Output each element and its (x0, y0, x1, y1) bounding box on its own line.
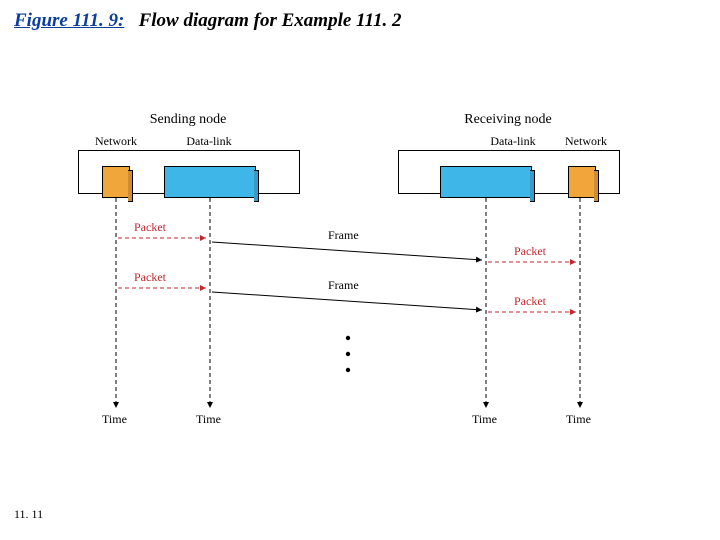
time-label-1: Time (102, 412, 127, 427)
packet-label-2: Packet (134, 270, 166, 285)
page-number: 11. 11 (14, 507, 43, 522)
packet-label-1: Packet (134, 220, 166, 235)
figure-number: Figure 111. 9: (14, 10, 124, 31)
time-label-3: Time (472, 412, 497, 427)
diagram-stage: Sending node Receiving node Network Data… (78, 120, 638, 450)
packet-label-3: Packet (514, 244, 546, 259)
time-label-2: Time (196, 412, 221, 427)
time-label-4: Time (566, 412, 591, 427)
frame-label-1: Frame (328, 228, 359, 243)
packet-label-4: Packet (514, 294, 546, 309)
figure-title: Figure 111. 9: Flow diagram for Example … (14, 10, 401, 32)
frame-label-2: Frame (328, 278, 359, 293)
figure-caption: Flow diagram for Example 111. 2 (139, 10, 402, 31)
